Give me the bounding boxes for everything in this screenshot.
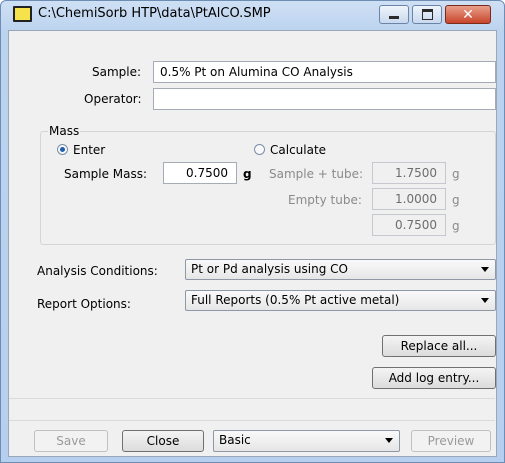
maximize-button[interactable] [412, 5, 442, 24]
app-icon [13, 6, 32, 22]
mode-select-value: Basic [219, 433, 251, 447]
empty-tube-unit: g [452, 193, 460, 207]
title-bar[interactable]: C:\ChemiSorb HTP\data\PtAlCO.SMP ✕ [0, 0, 505, 30]
sample-input[interactable]: 0.5% Pt on Alumina CO Analysis [153, 61, 496, 83]
chevron-down-icon [481, 298, 489, 303]
mass-group-label: Mass [48, 124, 81, 138]
sample-tube-label: Sample + tube: [269, 167, 364, 181]
sample-label: Sample: [92, 65, 142, 79]
preview-button[interactable]: Preview [411, 430, 491, 452]
minimize-icon [389, 16, 399, 19]
computed-mass-field: 0.7500 [372, 214, 446, 236]
sample-mass-unit: g [243, 167, 252, 181]
operator-input[interactable] [153, 88, 496, 110]
window-title: C:\ChemiSorb HTP\data\PtAlCO.SMP [38, 6, 271, 21]
analysis-conditions-label: Analysis Conditions: [37, 264, 158, 278]
close-icon: ✕ [462, 6, 474, 23]
report-options-label: Report Options: [37, 297, 131, 311]
empty-tube-label: Empty tube: [288, 193, 362, 207]
save-button[interactable]: Save [34, 430, 108, 452]
calculate-radio[interactable]: Calculate [254, 143, 354, 158]
analysis-conditions-value: Pt or Pd analysis using CO [191, 262, 348, 276]
chevron-down-icon [385, 438, 393, 443]
report-options-value: Full Reports (0.5% Pt active metal) [191, 293, 400, 307]
computed-mass-unit: g [452, 219, 460, 233]
close-button[interactable]: Close [122, 430, 204, 452]
close-window-button[interactable]: ✕ [445, 5, 491, 24]
sample-mass-input[interactable]: 0.7500 [163, 162, 237, 184]
minimize-button[interactable] [379, 5, 409, 24]
enter-radio-dot [57, 144, 68, 155]
mode-select[interactable]: Basic [213, 430, 400, 452]
maximize-icon [421, 9, 433, 20]
report-options-select[interactable]: Full Reports (0.5% Pt active metal) [185, 290, 496, 311]
separator [9, 420, 495, 421]
sample-tube-unit: g [452, 167, 460, 181]
separator [9, 398, 495, 399]
operator-label: Operator: [84, 92, 142, 106]
chevron-down-icon [481, 267, 489, 272]
enter-radio[interactable]: Enter [57, 143, 147, 158]
sample-mass-label: Sample Mass: [64, 167, 148, 181]
analysis-conditions-select[interactable]: Pt or Pd analysis using CO [185, 259, 496, 280]
replace-all-button[interactable]: Replace all... [382, 335, 496, 357]
calculate-radio-dot [254, 144, 265, 155]
calculate-radio-label: Calculate [270, 143, 327, 157]
empty-tube-input[interactable]: 1.0000 [372, 188, 446, 210]
sample-tube-input[interactable]: 1.7500 [372, 162, 446, 184]
add-log-entry-button[interactable]: Add log entry... [372, 367, 496, 389]
enter-radio-label: Enter [73, 143, 106, 157]
